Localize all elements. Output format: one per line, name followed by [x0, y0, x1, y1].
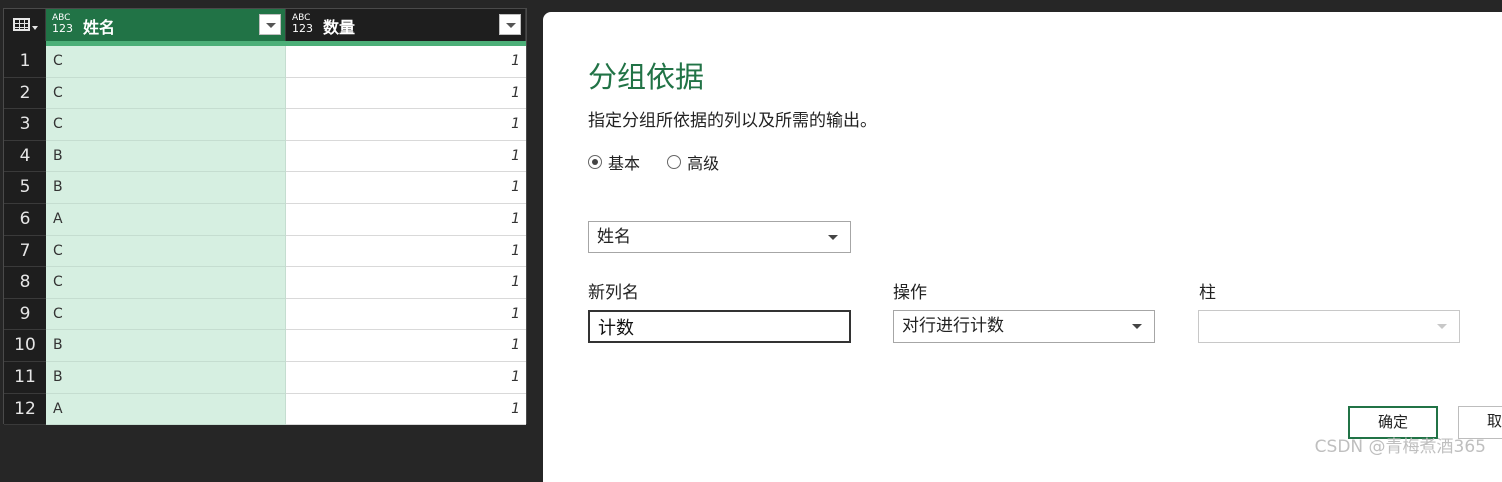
row-number[interactable]: 11	[4, 361, 46, 394]
quantity-cell[interactable]: 1	[286, 172, 526, 204]
column-select[interactable]	[1198, 310, 1460, 343]
name-cell[interactable]: C	[46, 235, 286, 268]
row-number[interactable]: 8	[4, 267, 46, 299]
any-type-icon: ABC 123	[52, 13, 73, 35]
table-row: 5B1	[4, 172, 526, 204]
table-row: 10 B 1	[4, 330, 526, 362]
table-row: 9C1	[4, 298, 526, 331]
group-by-column-select[interactable]: 姓名	[588, 221, 851, 253]
table-row: 12 A 1	[4, 393, 526, 426]
dialog-title: 分组依据	[588, 60, 705, 94]
operation-label: 操作	[893, 283, 927, 303]
row-number[interactable]: 9	[4, 298, 46, 331]
name-cell[interactable]: C	[46, 109, 286, 141]
quantity-cell[interactable]: 1	[286, 203, 526, 236]
table-icon	[13, 18, 30, 31]
table-menu-button[interactable]	[4, 9, 46, 41]
column-title: 姓名	[83, 18, 116, 37]
table-row: 4B1	[4, 140, 526, 173]
any-type-icon: ABC 123	[292, 13, 313, 35]
table-row: 7C1	[4, 235, 526, 268]
new-column-name-input[interactable]	[588, 310, 851, 343]
name-cell[interactable]: C	[46, 298, 286, 331]
row-number[interactable]: 4	[4, 140, 46, 173]
table-row: 2C1	[4, 77, 526, 110]
radio-advanced[interactable]: 高级	[667, 150, 719, 174]
column-label: 柱	[1199, 283, 1216, 303]
dialog-description: 指定分组所依据的列以及所需的输出。	[588, 111, 877, 131]
name-cell[interactable]: B	[46, 140, 286, 173]
watermark: CSDN @青梅煮酒365	[1314, 437, 1486, 457]
radio-button-selected[interactable]	[588, 155, 602, 169]
quantity-cell[interactable]: 1	[286, 393, 526, 426]
row-number[interactable]: 1	[4, 46, 46, 78]
column-title: 数量	[323, 18, 356, 37]
name-cell[interactable]: B	[46, 361, 286, 394]
group-by-dialog: 分组依据 指定分组所依据的列以及所需的输出。 基本 高级 姓名 新列名 操作 柱…	[543, 12, 1502, 482]
data-grid: ABC 123 姓名 ABC 123 数量 1C12C13C14B15B16A1…	[3, 8, 527, 426]
quantity-cell[interactable]: 1	[286, 361, 526, 394]
row-number[interactable]: 6	[4, 203, 46, 236]
column-filter-dropdown-button[interactable]	[499, 14, 521, 35]
operation-select[interactable]: 对行进行计数	[893, 310, 1155, 343]
quantity-cell[interactable]: 1	[286, 330, 526, 362]
name-cell[interactable]: C	[46, 77, 286, 110]
row-number[interactable]: 12	[4, 393, 46, 426]
table-row: 8C1	[4, 267, 526, 299]
name-cell[interactable]: C	[46, 46, 286, 78]
name-cell[interactable]: C	[46, 267, 286, 299]
new-column-name-label: 新列名	[588, 283, 639, 303]
quantity-cell[interactable]: 1	[286, 267, 526, 299]
column-header-quantity[interactable]: ABC 123 数量	[286, 9, 526, 41]
quantity-cell[interactable]: 1	[286, 46, 526, 78]
name-cell[interactable]: B	[46, 172, 286, 204]
table-row: 3C1	[4, 109, 526, 141]
quantity-cell[interactable]: 1	[286, 140, 526, 173]
column-filter-dropdown-button[interactable]	[259, 14, 281, 35]
name-cell[interactable]: A	[46, 393, 286, 426]
grid-body: 1 C 1 2 C 1 3 C 1 4 B 1 5 B 1 6 A 1 7 C 1 8 C 1 9 C 1 10 B 1 11 B 1 12 A 1	[4, 46, 526, 426]
quantity-cell[interactable]: 1	[286, 77, 526, 110]
row-number[interactable]: 10	[4, 330, 46, 362]
row-number[interactable]: 5	[4, 172, 46, 204]
chevron-down-icon	[1437, 324, 1447, 329]
row-number[interactable]: 2	[4, 77, 46, 110]
chevron-down-icon	[828, 235, 838, 240]
table-row: 6A1	[4, 203, 526, 236]
mode-radio-group: 基本 高级	[588, 150, 741, 174]
table-row: 1C1	[4, 46, 526, 78]
name-cell[interactable]: A	[46, 203, 286, 236]
chevron-down-icon	[32, 26, 38, 30]
table-row: 11 B 1	[4, 361, 526, 394]
column-header-name[interactable]: ABC 123 姓名	[46, 9, 286, 41]
radio-button[interactable]	[667, 155, 682, 169]
name-cell[interactable]: B	[46, 330, 286, 362]
chevron-down-icon	[1132, 324, 1142, 329]
grid-header: ABC 123 姓名 ABC 123 数量	[4, 9, 526, 41]
quantity-cell[interactable]: 1	[286, 235, 526, 268]
row-number[interactable]: 7	[4, 235, 46, 268]
quantity-cell[interactable]: 1	[286, 109, 526, 141]
row-number[interactable]: 3	[4, 109, 46, 141]
radio-basic[interactable]: 基本	[588, 150, 640, 174]
quantity-cell[interactable]: 1	[286, 298, 526, 331]
